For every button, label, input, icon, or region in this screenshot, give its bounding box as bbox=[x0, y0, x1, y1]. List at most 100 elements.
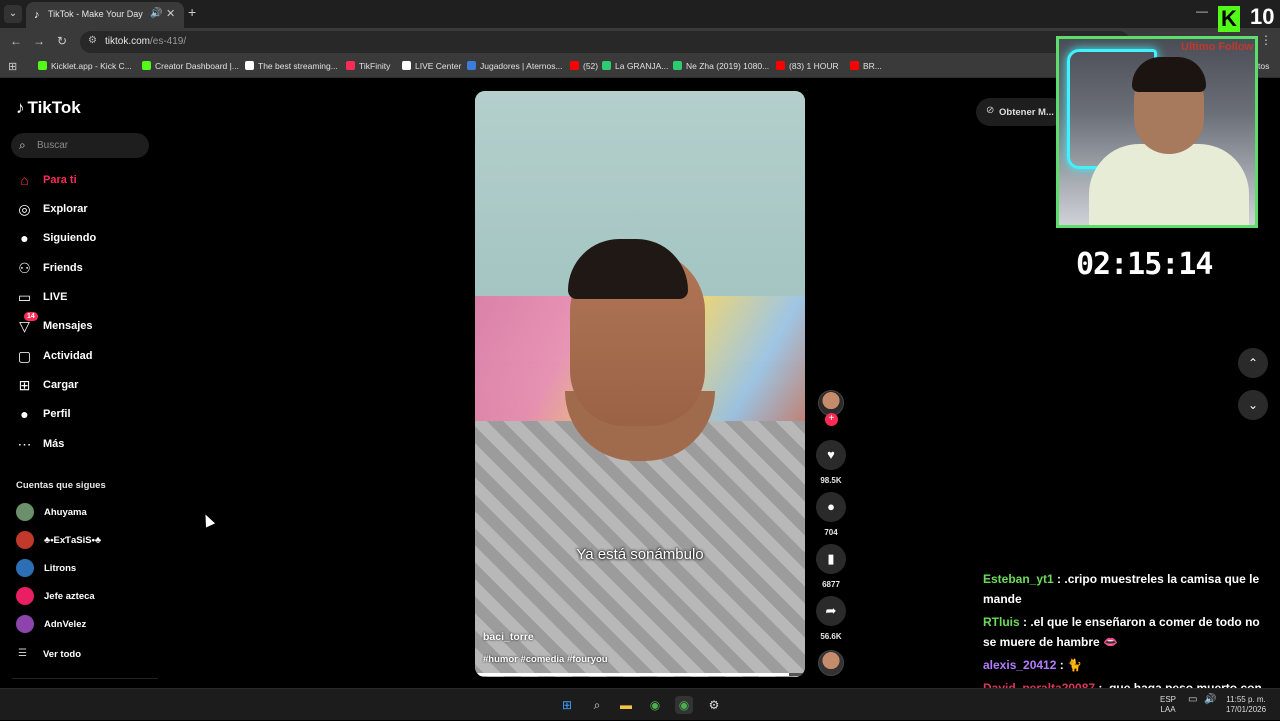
bookmark-favicon-icon bbox=[467, 61, 476, 70]
video-hashtags[interactable]: #humor #comedia #fouryou bbox=[483, 654, 608, 665]
chat-username: RTluis bbox=[983, 615, 1020, 629]
followed-account[interactable]: AdnVelez bbox=[16, 615, 156, 635]
minimize-icon[interactable]: — bbox=[1196, 4, 1208, 18]
sidebar-item-ms[interactable]: ⋯ Más bbox=[16, 434, 156, 456]
sidebar-item-actividad[interactable]: ▢ Actividad bbox=[16, 346, 156, 368]
sidebar-item-friends[interactable]: ⚇ Friends bbox=[16, 258, 156, 280]
live-icon: ▭ bbox=[17, 289, 32, 305]
address-bar[interactable]: ⚙ tiktok.com/es-419/ bbox=[80, 31, 1130, 53]
friends-icon: ⚇ bbox=[18, 260, 31, 276]
forward-icon[interactable]: → bbox=[33, 34, 45, 48]
sidebar-item-label: Para ti bbox=[43, 174, 77, 186]
tiktok-note-icon: ♪ bbox=[16, 98, 25, 117]
bookmark-item[interactable]: La GRANJA... bbox=[602, 61, 668, 71]
search-icon[interactable]: ⌕ bbox=[588, 696, 606, 714]
get-app-label: Obtener M... bbox=[999, 107, 1054, 118]
bookmark-label: TikFinity bbox=[359, 61, 391, 71]
sidebar-item-live[interactable]: ▭ LIVE bbox=[16, 287, 156, 309]
sidebar-item-label: Friends bbox=[43, 262, 83, 274]
sidebar-item-label: Cargar bbox=[43, 379, 79, 391]
chrome-icon[interactable]: ◉ bbox=[646, 696, 664, 714]
speaker-icon[interactable]: 🔊 bbox=[150, 8, 162, 19]
bookmark-item[interactable]: TikFinity bbox=[346, 61, 390, 71]
bookmark-item[interactable]: (52) bbox=[570, 61, 598, 71]
avatar bbox=[16, 615, 34, 633]
back-icon[interactable]: ← bbox=[10, 34, 22, 48]
clock[interactable]: 11:55 p. m. 17/01/2026 bbox=[1226, 695, 1266, 715]
share-icon[interactable]: ➦ bbox=[816, 596, 846, 626]
bookmark-favicon-icon bbox=[673, 61, 682, 70]
video-progress-fill bbox=[475, 673, 789, 676]
bookmark-item[interactable]: Creator Dashboard |... bbox=[142, 61, 239, 71]
site-info-icon[interactable]: ⚙ bbox=[88, 35, 97, 46]
bookmark-label: Kicklet.app - Kick C... bbox=[51, 61, 132, 71]
video-player[interactable]: Ya está sonámbulo baci_torre #humor #com… bbox=[475, 91, 805, 677]
chrome-active-icon[interactable]: ◉ bbox=[675, 696, 693, 714]
more-icon: ⋯ bbox=[17, 436, 32, 452]
bookmark-favicon-icon bbox=[402, 61, 411, 70]
bookmark-item[interactable]: Kicklet.app - Kick C... bbox=[38, 61, 132, 71]
bookmark-label: (52) bbox=[583, 61, 599, 71]
tiktok-favicon-icon: ♪ bbox=[34, 9, 40, 21]
sidebar-item-siguiendo[interactable]: ● Siguiendo bbox=[16, 228, 156, 250]
network-icon[interactable]: ▭ bbox=[1188, 695, 1197, 705]
volume-icon[interactable]: 🔊 bbox=[1204, 695, 1216, 705]
bookmark-icon[interactable]: ▮ bbox=[816, 544, 846, 574]
bookmark-item[interactable]: The best streaming... bbox=[245, 61, 338, 71]
tab-tiktok[interactable]: ♪ TikTok - Make Your Day 🔊 ✕ bbox=[26, 2, 184, 28]
followed-account[interactable]: Litrons bbox=[16, 559, 156, 579]
tab-title: TikTok - Make Your Day bbox=[48, 9, 143, 19]
chevron-down-icon[interactable]: ⌄ bbox=[1238, 390, 1268, 420]
followed-account[interactable]: ♣•ExƬaSiS•♣ bbox=[16, 531, 156, 551]
followed-account[interactable]: Jefe azteca bbox=[16, 587, 156, 607]
comment-icon[interactable]: ● bbox=[816, 492, 846, 522]
webcam-overlay: Ultimo Follow bbox=[1056, 36, 1258, 228]
chevron-up-icon[interactable]: ⌃ bbox=[1238, 348, 1268, 378]
heart-icon[interactable]: ♥ bbox=[816, 440, 846, 470]
sidebar-item-parati[interactable]: ⌂ Para ti bbox=[16, 170, 156, 192]
next-creator-avatar[interactable] bbox=[818, 650, 844, 676]
save-count: 6877 bbox=[822, 580, 840, 589]
search-icon: ⌕ bbox=[19, 138, 26, 152]
chat-username: Esteban_yt1 bbox=[983, 572, 1054, 586]
sidebar-item-cargar[interactable]: ⊞ Cargar bbox=[16, 375, 156, 397]
search-input[interactable]: ⌕ Buscar bbox=[11, 133, 149, 158]
close-icon[interactable]: ✕ bbox=[166, 7, 175, 20]
chat-username: alexis_20412 bbox=[983, 658, 1057, 672]
browser-menu-icon[interactable]: ⋮ bbox=[1260, 33, 1272, 47]
new-tab-button[interactable]: + bbox=[188, 4, 196, 20]
bookmark-item[interactable]: Ne Zha (2019) 1080... bbox=[673, 61, 769, 71]
bookmark-favicon-icon bbox=[346, 61, 355, 70]
windows-start-icon[interactable]: ⊞ bbox=[558, 696, 576, 714]
bookmark-item[interactable]: BR... bbox=[850, 61, 882, 71]
bookmark-item[interactable]: (83) 1 HOUR bbox=[776, 61, 839, 71]
following-icon: ● bbox=[20, 230, 29, 246]
follow-plus-icon[interactable]: + bbox=[825, 413, 838, 426]
sidebar-item-perfil[interactable]: ● Perfil bbox=[16, 404, 156, 426]
bookmark-item[interactable]: Jugadores | Aternos... bbox=[467, 61, 563, 71]
tab-search-dropdown[interactable]: ⌄ bbox=[4, 5, 22, 23]
video-progress-bar[interactable] bbox=[475, 673, 805, 676]
file-explorer-icon[interactable]: ▬ bbox=[617, 696, 635, 714]
like-count: 98.5K bbox=[820, 476, 842, 485]
app-icon[interactable]: ⚙ bbox=[705, 696, 723, 714]
profile-icon: ● bbox=[20, 406, 29, 422]
avatar bbox=[16, 559, 34, 577]
bookmarks-overflow[interactable]: tos bbox=[1258, 61, 1269, 71]
apps-grid-icon[interactable]: ⊞ bbox=[8, 60, 17, 73]
bookmark-label: Creator Dashboard |... bbox=[155, 61, 239, 71]
language-indicator[interactable]: ESP LAA bbox=[1160, 695, 1176, 715]
followed-account[interactable]: Ahuyama bbox=[16, 503, 156, 523]
bookmark-favicon-icon bbox=[142, 61, 151, 70]
tiktok-logo[interactable]: ♪ TikTok bbox=[16, 98, 81, 118]
bookmark-label: The best streaming... bbox=[258, 61, 338, 71]
sidebar-item-label: Siguiendo bbox=[43, 232, 97, 244]
reload-icon[interactable]: ↻ bbox=[57, 34, 67, 48]
get-app-button[interactable]: ⊘ Obtener M... bbox=[976, 98, 1066, 126]
video-author[interactable]: baci_torre bbox=[483, 631, 534, 643]
sidebar-item-explorar[interactable]: ◎ Explorar bbox=[16, 199, 156, 221]
bookmark-label: Ne Zha (2019) 1080... bbox=[686, 61, 770, 71]
bookmark-item[interactable]: LIVE Center bbox=[402, 61, 461, 71]
sidebar-item-label: Actividad bbox=[43, 350, 93, 362]
sidebar-item-mensajes[interactable]: ▽ 14 Mensajes bbox=[16, 312, 156, 338]
